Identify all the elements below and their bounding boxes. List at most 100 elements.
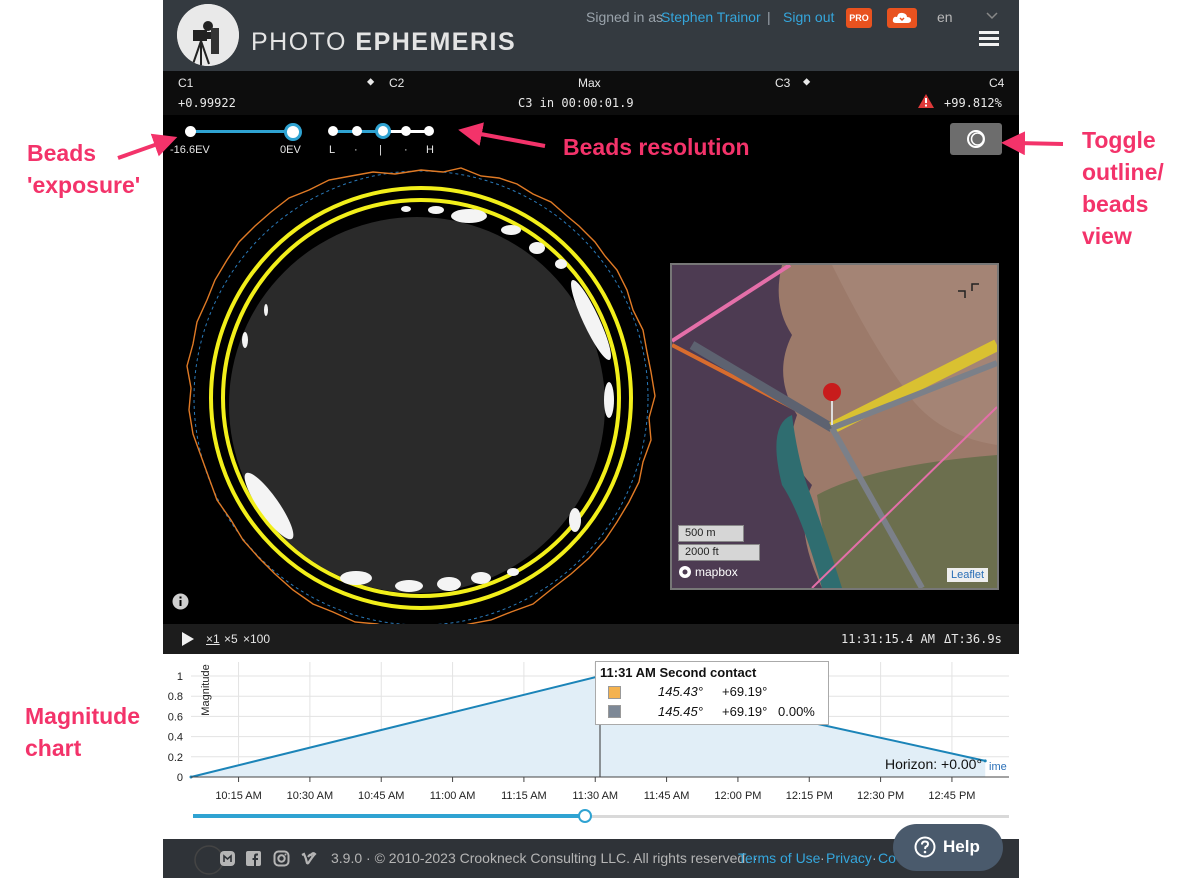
resolution-dot[interactable] [352, 126, 362, 136]
speed-x100[interactable]: ×100 [243, 632, 270, 646]
footer-dot: · [872, 850, 877, 866]
annotation-toggle: Toggle outline/ beads view [1082, 124, 1164, 252]
speed-x5[interactable]: ×5 [224, 632, 238, 646]
y-tick-label: 0.2 [168, 752, 183, 764]
mapbox-logo[interactable]: mapbox [678, 565, 738, 579]
play-icon[interactable] [181, 631, 195, 647]
resolution-label: L [329, 144, 336, 156]
chevron-down-icon[interactable] [986, 12, 998, 20]
terms-link[interactable]: Terms of Use [738, 850, 820, 866]
contact-c3[interactable]: C3 [775, 76, 790, 90]
brand-name: PHOTO EPHEMERIS [251, 28, 516, 57]
y-tick-label: 0 [177, 772, 183, 784]
annotation-line: Magnitude [25, 703, 140, 729]
x-tick-label: 10:45 AM [358, 790, 404, 802]
contacts-bar: C1 ◆ C2 Max C3 ◆ C4 +0.99922 C3 in 00:00… [163, 71, 1019, 115]
signed-in-label: Signed in as [586, 9, 664, 25]
x-tick-label: 11:45 AM [644, 790, 690, 802]
pro-badge[interactable]: PRO [846, 8, 872, 28]
help-label: Help [943, 837, 980, 856]
magnitude-point [983, 759, 987, 763]
contact-c1[interactable]: C1 [178, 76, 193, 90]
arrow-toggle [1001, 131, 1064, 156]
logo[interactable] [177, 4, 239, 66]
contact-c2[interactable]: C2 [389, 76, 404, 90]
x-tick-label: 12:45 PM [928, 790, 975, 802]
time-slider-handle[interactable] [578, 809, 592, 823]
user-name-link[interactable]: Stephen Trainor [661, 9, 761, 25]
tooltip-az: 145.43° [658, 684, 703, 699]
map-panel[interactable]: 500 m 2000 ft mapbox Leaflet [670, 263, 999, 590]
footer-dot: · [820, 850, 825, 866]
eclipse-view[interactable] [181, 160, 671, 640]
time-slider-fill [193, 814, 585, 818]
resolution-label: | [379, 144, 382, 156]
x-tick-label: 11:00 AM [430, 790, 476, 802]
playback-bar: ×1 ×5 ×100 11:31:15.4 AM ΔT:36.9s [163, 624, 1019, 654]
x-tick-label: 12:15 PM [786, 790, 833, 802]
warning-icon [918, 94, 934, 108]
speed-x1[interactable]: ×1 [206, 632, 220, 646]
annotation-line: view [1082, 223, 1132, 249]
sign-out-link[interactable]: Sign out [783, 9, 834, 25]
resolution-dot[interactable] [424, 126, 434, 136]
resolution-slider-handle[interactable] [375, 123, 391, 139]
moon-swatch [608, 705, 621, 718]
exposure-max-label: 0EV [280, 144, 301, 156]
resolution-label: · [354, 144, 358, 156]
footer: 3.9.0 · © 2010-2023 Crookneck Consulting… [163, 839, 1019, 878]
copyright-text: 3.9.0 · © 2010-2023 Crookneck Consulting… [331, 850, 758, 866]
tooltip-alt: +69.19° [722, 704, 768, 719]
exposure-slider-track[interactable] [189, 130, 292, 133]
info-icon[interactable] [172, 593, 189, 610]
annotation-line: 'exposure' [27, 172, 141, 198]
annotation-line: Toggle [1082, 127, 1156, 153]
instagram-icon[interactable] [273, 850, 290, 867]
y-tick-label: 0.6 [168, 711, 183, 723]
diamond-icon: ◆ [367, 74, 375, 88]
magnitude-value: +0.99922 [178, 96, 236, 110]
contact-c4[interactable]: C4 [989, 76, 1004, 90]
y-axis-label: Magnitude [200, 664, 212, 715]
time-slider-track[interactable] [585, 815, 1009, 818]
mapbox-icon [679, 566, 691, 578]
diamond-icon: ◆ [803, 74, 811, 88]
help-button[interactable]: Help [893, 824, 1003, 871]
contact-max[interactable]: Max [578, 76, 601, 90]
annotation-beads-exposure: Beads 'exposure' [27, 137, 140, 201]
annotation-line: chart [25, 735, 82, 761]
question-icon [914, 836, 936, 858]
time-link[interactable]: ime [989, 761, 1007, 773]
brand-bold: EPHEMERIS [355, 28, 517, 56]
hamburger-menu-icon[interactable] [976, 28, 1002, 50]
leaflet-attribution[interactable]: Leaflet [947, 568, 989, 582]
language-select[interactable]: en [937, 9, 953, 25]
chart-tooltip: 11:31 AM Second contact 145.43° +69.19° … [595, 661, 829, 725]
app-header: PHOTO EPHEMERIS Signed in as Stephen Tra… [163, 0, 1019, 71]
camera-tripod-icon [177, 4, 239, 66]
tooltip-az: 145.45° [658, 704, 703, 719]
privacy-link[interactable]: Privacy [826, 850, 872, 866]
resolution-dot[interactable] [401, 126, 411, 136]
y-tick-label: 0.8 [168, 691, 183, 703]
magnitude-chart[interactable]: 0 0.2 0.4 0.6 0.8 1 Magnitude 10:15 AM 10:30 AM 1… [163, 654, 1019, 840]
x-tick-label: 12:00 PM [714, 790, 761, 802]
resolution-dot[interactable] [328, 126, 338, 136]
scale-imperial: 2000 ft [678, 544, 760, 561]
annotation-line: beads [1082, 191, 1149, 217]
toggle-view-button[interactable] [950, 123, 1002, 155]
annotation-magnitude: Magnitude chart [25, 700, 140, 764]
exposure-slider-handle[interactable] [284, 123, 302, 141]
exposure-min-label: -16.6EV [170, 144, 210, 156]
facebook-icon[interactable] [245, 850, 262, 867]
mapbox-label: mapbox [695, 565, 738, 579]
rings-icon [967, 130, 985, 148]
countdown-text: C3 in 00:00:01.9 [518, 96, 634, 110]
y-tick-label: 1 [177, 671, 183, 683]
tooltip-title: 11:31 AM Second contact [600, 665, 757, 680]
exposure-min-dot [185, 126, 196, 137]
vimeo-icon[interactable] [300, 850, 317, 867]
mastodon-icon[interactable] [219, 850, 236, 867]
tooltip-alt: +69.19° [722, 684, 768, 699]
cloud-sync-icon[interactable] [887, 8, 917, 28]
